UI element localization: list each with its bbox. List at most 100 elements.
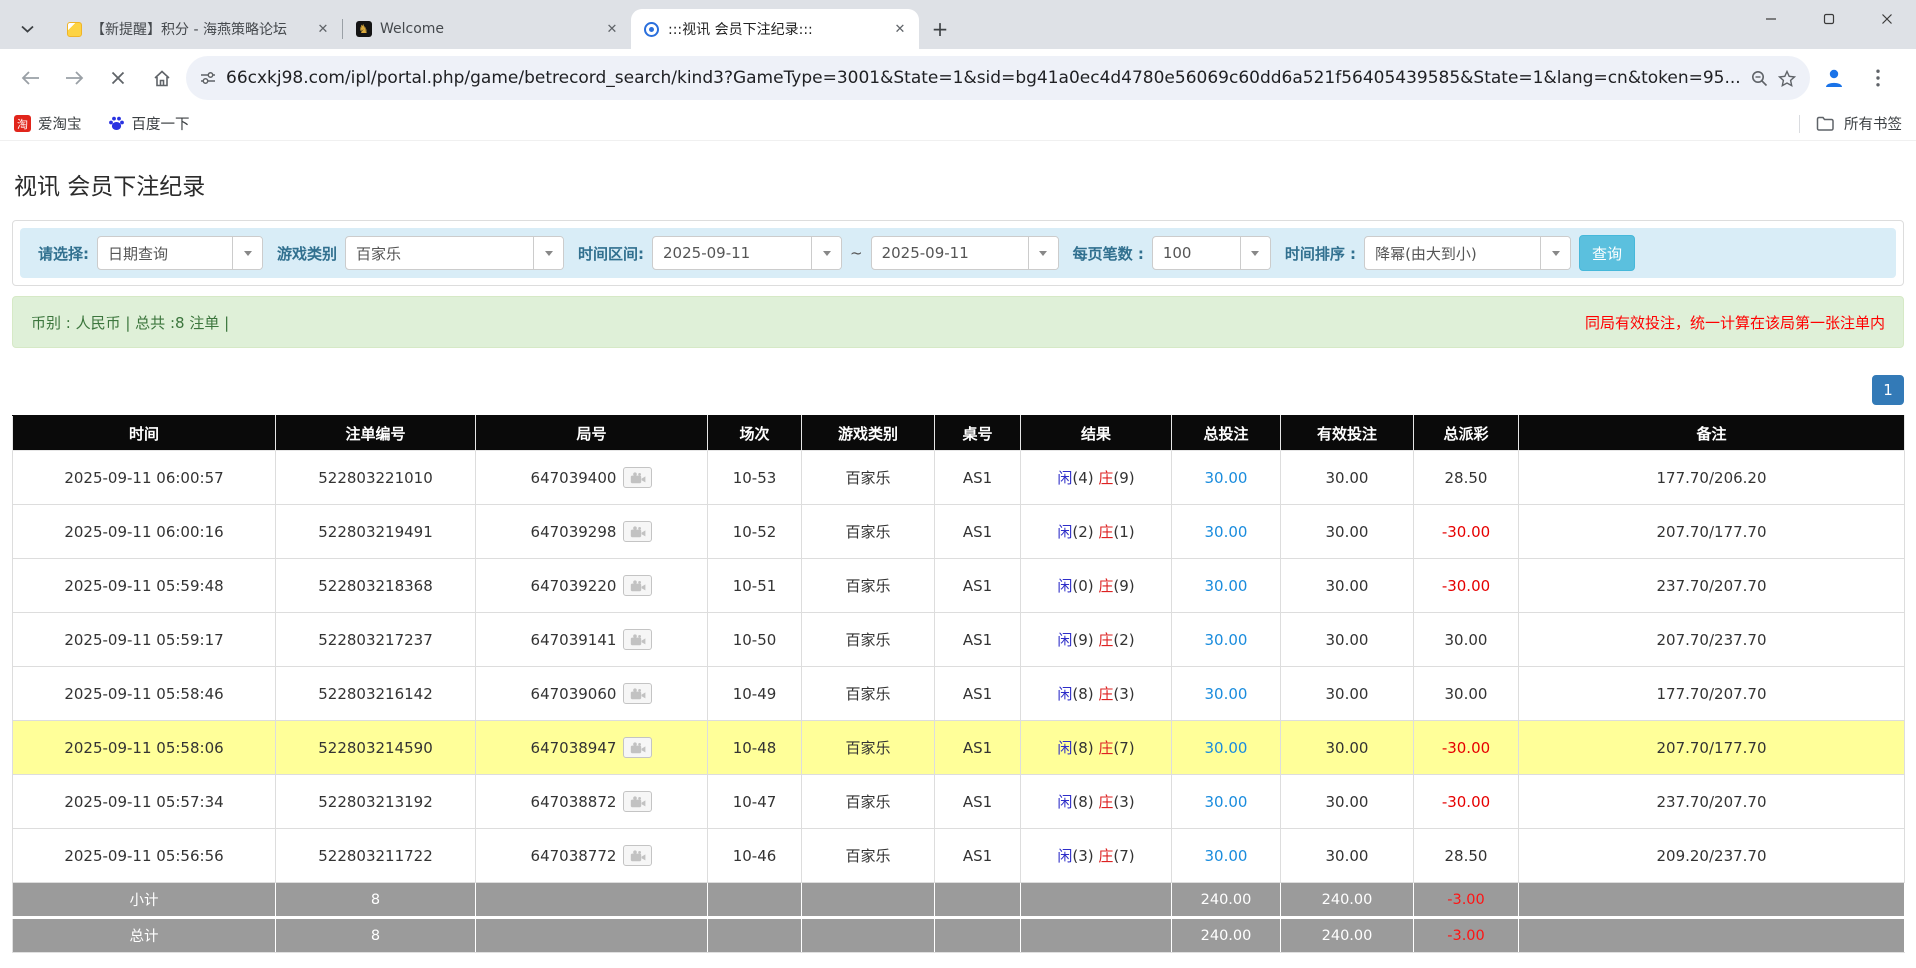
dropdown-arrow-button[interactable]	[1028, 237, 1058, 269]
payout-negative: -30.00	[1442, 793, 1490, 811]
cell-time: 2025-09-11 06:00:16	[13, 505, 276, 559]
close-tab-icon[interactable]: ✕	[314, 20, 332, 38]
query-type-select[interactable]: 日期查询	[97, 236, 263, 270]
close-tab-icon[interactable]: ✕	[891, 20, 909, 38]
total-bet-link[interactable]: 30.00	[1205, 793, 1248, 811]
new-tab-button[interactable]: +	[925, 14, 955, 44]
game-type-select[interactable]: 百家乐	[345, 236, 564, 270]
replay-camera-button[interactable]	[623, 575, 652, 596]
baidu-paw-icon	[108, 115, 125, 132]
cell-valid-bet: 30.00	[1281, 451, 1414, 505]
cell-time: 2025-09-11 05:57:34	[13, 775, 276, 829]
payout-negative: -30.00	[1442, 577, 1490, 595]
page-1-button[interactable]: 1	[1872, 375, 1904, 405]
url-text[interactable]: 66cxkj98.com/ipl/portal.php/game/betreco…	[226, 68, 1741, 88]
game-type-label: 游戏类别	[277, 243, 337, 264]
cell-total-bet: 30.00	[1172, 613, 1281, 667]
browser-tab-strip: 【新提醒】积分 - 海燕策略论坛 ✕ ♞ Welcome ✕ :::视讯 会员下…	[0, 0, 1916, 49]
all-bookmarks[interactable]: 所有书签	[1799, 113, 1902, 134]
search-button[interactable]: 查询	[1579, 235, 1635, 271]
tab-search-chevron-button[interactable]	[0, 9, 54, 49]
address-bar[interactable]: 66cxkj98.com/ipl/portal.php/game/betreco…	[186, 56, 1810, 100]
dropdown-arrow-button[interactable]	[1240, 237, 1270, 269]
page-title: 视讯 会员下注纪录	[14, 167, 1916, 201]
total-bet-link[interactable]: 30.00	[1205, 577, 1248, 595]
total-bet-link[interactable]: 30.00	[1205, 739, 1248, 757]
dropdown-arrow-button[interactable]	[1540, 237, 1570, 269]
page-size-label: 每页笔数 :	[1073, 243, 1144, 264]
cell-note: 209.20/237.70	[1519, 829, 1905, 883]
tab-welcome[interactable]: ♞ Welcome ✕	[343, 9, 631, 49]
bookmark-baidu[interactable]: 百度一下	[108, 113, 190, 134]
dropdown-arrow-button[interactable]	[533, 237, 563, 269]
tab-bet-records-active[interactable]: :::视讯 会员下注纪录::: ✕	[631, 9, 919, 49]
minimize-button[interactable]	[1742, 0, 1800, 38]
total-bet-link[interactable]: 30.00	[1205, 523, 1248, 541]
cell-round: 647039060	[476, 667, 708, 721]
cell-session: 10-52	[708, 505, 802, 559]
subtotal-label: 小计	[13, 883, 276, 918]
profile-avatar[interactable]	[1814, 58, 1854, 98]
cell-result: 闲(8) 庄(3)	[1021, 667, 1172, 721]
player-result: 闲	[1057, 739, 1072, 757]
close-window-button[interactable]	[1858, 0, 1916, 38]
cell-game: 百家乐	[802, 829, 935, 883]
folder-icon	[1816, 116, 1834, 131]
cell-result: 闲(3) 庄(7)	[1021, 829, 1172, 883]
subtotal-total-bet: 240.00	[1172, 883, 1281, 918]
maximize-icon	[1823, 13, 1835, 25]
round-number: 647039400	[531, 469, 617, 487]
total-valid-bet: 240.00	[1281, 918, 1414, 953]
cell-round: 647038872	[476, 775, 708, 829]
round-number: 647038772	[531, 847, 617, 865]
zoom-magnifier-icon[interactable]	[1751, 70, 1768, 87]
date-to-select[interactable]: 2025-09-11	[871, 236, 1059, 270]
replay-camera-button[interactable]	[623, 737, 652, 758]
replay-camera-button[interactable]	[623, 629, 652, 650]
back-button[interactable]	[10, 58, 50, 98]
replay-camera-button[interactable]	[623, 467, 652, 488]
player-result: 闲	[1057, 469, 1072, 487]
cell-payout: 30.00	[1414, 667, 1519, 721]
site-settings-tune-icon[interactable]	[200, 70, 216, 86]
tab-forum[interactable]: 【新提醒】积分 - 海燕策略论坛 ✕	[54, 9, 342, 49]
subtotal-valid-bet: 240.00	[1281, 883, 1414, 918]
table-row: 2025-09-11 05:58:06522803214590647038947…	[13, 721, 1905, 775]
dropdown-arrow-button[interactable]	[811, 237, 841, 269]
replay-camera-button[interactable]	[623, 683, 652, 704]
replay-camera-button[interactable]	[623, 521, 652, 542]
cell-bet-id: 522803214590	[276, 721, 476, 775]
dropdown-arrow-button[interactable]	[232, 237, 262, 269]
round-number: 647039298	[531, 523, 617, 541]
cell-valid-bet: 30.00	[1281, 829, 1414, 883]
cell-table-no: AS1	[935, 829, 1021, 883]
forward-button[interactable]	[54, 58, 94, 98]
replay-camera-button[interactable]	[623, 845, 652, 866]
total-label: 总计	[13, 918, 276, 953]
page-size-select[interactable]: 100	[1152, 236, 1271, 270]
cell-game: 百家乐	[802, 613, 935, 667]
cell-payout: -30.00	[1414, 505, 1519, 559]
banker-result: 庄	[1098, 469, 1113, 487]
bookmark-star-icon[interactable]	[1778, 70, 1796, 87]
date-from-select[interactable]: 2025-09-11	[652, 236, 842, 270]
cell-note: 207.70/237.70	[1519, 613, 1905, 667]
banker-result: 庄	[1098, 793, 1113, 811]
col-header-game: 游戏类别	[802, 416, 935, 451]
cell-time: 2025-09-11 05:59:48	[13, 559, 276, 613]
total-bet-link[interactable]: 30.00	[1205, 469, 1248, 487]
browser-menu-button[interactable]	[1858, 58, 1898, 98]
range-tilde: ~	[850, 244, 863, 262]
caret-down-icon	[1251, 251, 1259, 256]
cell-payout: -30.00	[1414, 559, 1519, 613]
replay-camera-button[interactable]	[623, 791, 652, 812]
stop-loading-button[interactable]	[98, 58, 138, 98]
total-bet-link[interactable]: 30.00	[1205, 631, 1248, 649]
total-bet-link[interactable]: 30.00	[1205, 847, 1248, 865]
time-sort-select[interactable]: 降幂(由大到小)	[1364, 236, 1571, 270]
home-button[interactable]	[142, 58, 182, 98]
close-tab-icon[interactable]: ✕	[603, 20, 621, 38]
maximize-button[interactable]	[1800, 0, 1858, 38]
bookmark-taobao[interactable]: 淘 爱淘宝	[14, 113, 82, 134]
total-bet-link[interactable]: 30.00	[1205, 685, 1248, 703]
